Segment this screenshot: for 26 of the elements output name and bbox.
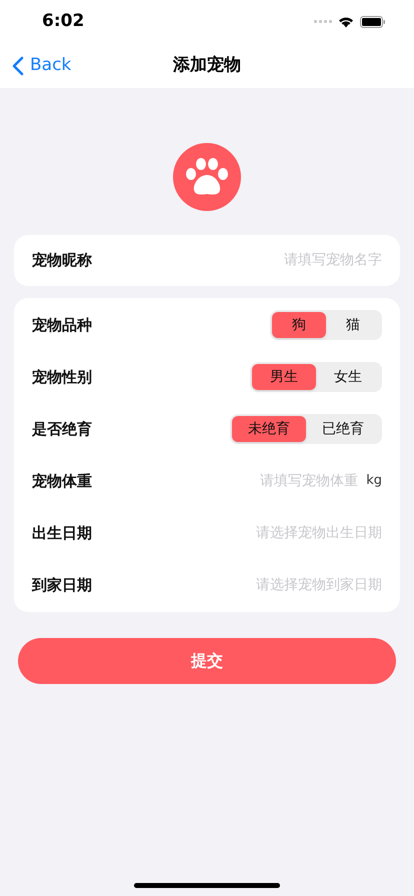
segment-option[interactable]: 猫 (326, 312, 380, 338)
field-label: 是否绝育 (32, 418, 92, 440)
back-button[interactable]: Back (12, 53, 72, 79)
segment-option[interactable]: 未绝育 (232, 416, 306, 442)
date-field[interactable]: 请选择宠物到家日期 (232, 574, 382, 596)
unit-label: kg (366, 472, 382, 490)
segment-option[interactable]: 已绝育 (306, 416, 380, 442)
segment-option[interactable]: 狗 (272, 312, 326, 338)
field-label: 宠物体重 (32, 470, 92, 492)
paw-icon (173, 143, 241, 211)
date-field[interactable]: 请选择宠物出生日期 (232, 522, 382, 544)
battery-icon (360, 16, 386, 28)
field-label: 出生日期 (32, 522, 92, 544)
nickname-field[interactable]: 请填写宠物名字 (232, 250, 382, 271)
field-label: 宠物品种 (32, 314, 92, 336)
status-time: 6:02 (42, 10, 84, 34)
field-label: 宠物昵称 (32, 250, 92, 272)
page-title: 添加宠物 (173, 54, 241, 78)
signal-icon (314, 20, 332, 24)
wifi-icon (338, 16, 354, 28)
weight-field[interactable]: 请填写宠物体重 (228, 470, 358, 492)
field-label: 到家日期 (32, 574, 92, 596)
chevron-left-icon (12, 56, 24, 76)
segment-option[interactable]: 女生 (316, 364, 380, 390)
field-label: 宠物性别 (32, 366, 92, 388)
segment-option[interactable]: 男生 (252, 364, 316, 390)
